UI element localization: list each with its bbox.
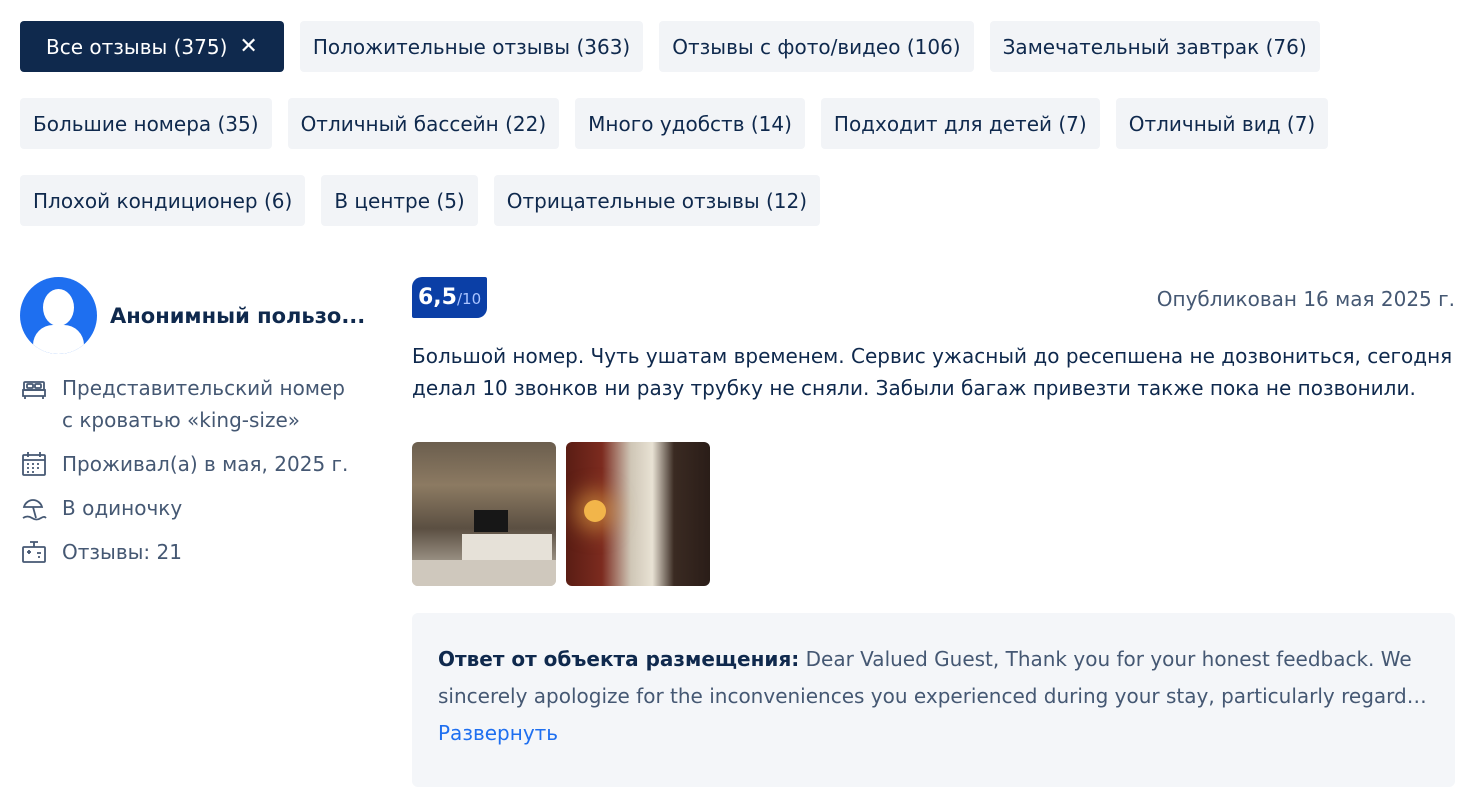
- review-content: 6,5 /10 Опубликован 16 мая 2025 г. Больш…: [412, 277, 1455, 787]
- review-photos: [412, 442, 1455, 586]
- trip-type: В одиночку: [20, 492, 380, 524]
- reviewer-header: Анонимный пользо...: [20, 277, 380, 354]
- filter-chip-bad-ac[interactable]: Плохой кондиционер (6): [20, 175, 306, 226]
- review-photo-room[interactable]: [412, 442, 556, 586]
- filter-chip-positive[interactable]: Положительные отзывы (363): [299, 21, 644, 72]
- reply-text-line2: sincerely apologize for the inconvenienc…: [438, 684, 1428, 708]
- reviewer-info: Анонимный пользо... Представительский но…: [20, 277, 380, 580]
- filter-chip-all-reviews[interactable]: Все отзывы (375) ✕: [20, 21, 284, 72]
- rating-badge: 6,5 /10: [412, 277, 488, 318]
- room-type-text: Представительский номер с кроватью «king…: [62, 376, 345, 432]
- reviewer-meta: Представительский номер с кроватью «king…: [20, 372, 380, 568]
- reply-text-line1: Dear Valued Guest, Thank you for your ho…: [799, 647, 1412, 671]
- reviews-icon: [20, 538, 48, 566]
- filter-chip-photo-video[interactable]: Отзывы с фото/видео (106): [659, 21, 974, 72]
- beach-icon: [20, 494, 48, 522]
- filter-chip-label: Все отзывы (375): [46, 34, 228, 59]
- room-type: Представительский номер с кроватью «king…: [20, 372, 380, 436]
- review-count: Отзывы: 21: [20, 536, 380, 568]
- trip-type-text: В одиночку: [62, 496, 183, 520]
- property-reply: Ответ от объекта размещения: Dear Valued…: [412, 613, 1455, 787]
- review-count-text: Отзывы: 21: [62, 540, 182, 564]
- reply-label: Ответ от объекта размещения:: [438, 647, 800, 671]
- stay-date-text: Проживал(а) в мая, 2025 г.: [62, 452, 349, 476]
- review-filter-chips: Все отзывы (375) ✕ Положительные отзывы …: [20, 21, 1460, 252]
- filter-chip-great-breakfast[interactable]: Замечательный завтрак (76): [989, 21, 1320, 72]
- rating-max: /10: [456, 290, 482, 308]
- filter-row: Плохой кондиционер (6) В центре (5) Отри…: [20, 175, 1460, 226]
- rating-value: 6,5: [418, 285, 457, 310]
- filter-row: Все отзывы (375) ✕ Положительные отзывы …: [20, 21, 1460, 72]
- expand-link[interactable]: Развернуть: [438, 721, 558, 745]
- bed-icon: [20, 374, 48, 402]
- filter-row: Большие номера (35) Отличный бассейн (22…: [20, 98, 1460, 149]
- filter-chip-many-amenities[interactable]: Много удобств (14): [575, 98, 805, 149]
- stay-date: Проживал(а) в мая, 2025 г.: [20, 448, 380, 480]
- filter-chip-negative[interactable]: Отрицательные отзывы (12): [493, 175, 821, 226]
- avatar: [20, 277, 97, 354]
- filter-chip-great-pool[interactable]: Отличный бассейн (22): [287, 98, 560, 149]
- review-photo-lamp[interactable]: [566, 442, 710, 586]
- calendar-icon: [20, 450, 48, 478]
- published-date: Опубликован 16 мая 2025 г.: [1156, 287, 1455, 311]
- review-text: Большой номер. Чуть ушатам временем. Сер…: [412, 344, 1453, 400]
- reviewer-name: Анонимный пользо...: [110, 303, 366, 328]
- close-icon[interactable]: ✕: [239, 35, 257, 58]
- filter-chip-big-rooms[interactable]: Большие номера (35): [20, 98, 272, 149]
- filter-chip-central[interactable]: В центре (5): [321, 175, 478, 226]
- filter-chip-great-view[interactable]: Отличный вид (7): [1115, 98, 1329, 149]
- filter-chip-kids-friendly[interactable]: Подходит для детей (7): [820, 98, 1100, 149]
